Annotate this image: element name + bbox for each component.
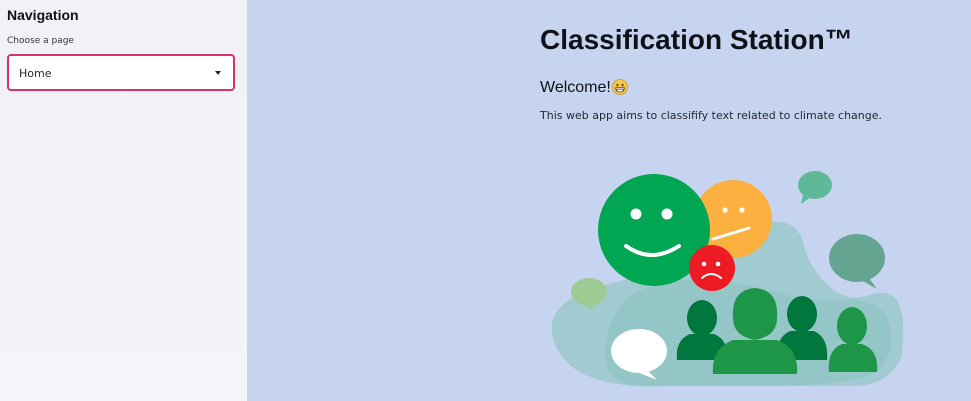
sad-face-icon [689, 245, 735, 291]
sidebar-title: Navigation [7, 7, 79, 23]
caret-down-icon[interactable] [215, 71, 221, 75]
welcome-heading: Welcome! [540, 79, 628, 97]
page-title: Classification Station™ [540, 24, 853, 55]
speech-bubble-icon [798, 171, 832, 204]
welcome-text: Welcome! [540, 79, 611, 96]
select-label: Choose a page [7, 36, 74, 46]
sidebar: Navigation Choose a page Home [0, 0, 247, 401]
grinning-face-icon [611, 79, 628, 95]
speech-bubble-icon [829, 234, 885, 289]
main-content: Classification Station™ Welcome! This we… [247, 0, 971, 401]
sentiment-illustration [551, 171, 904, 387]
page-select-value: Home [19, 67, 52, 80]
description-text: This web app aims to classifify text rel… [540, 109, 882, 122]
page-select[interactable]: Home [7, 54, 235, 91]
